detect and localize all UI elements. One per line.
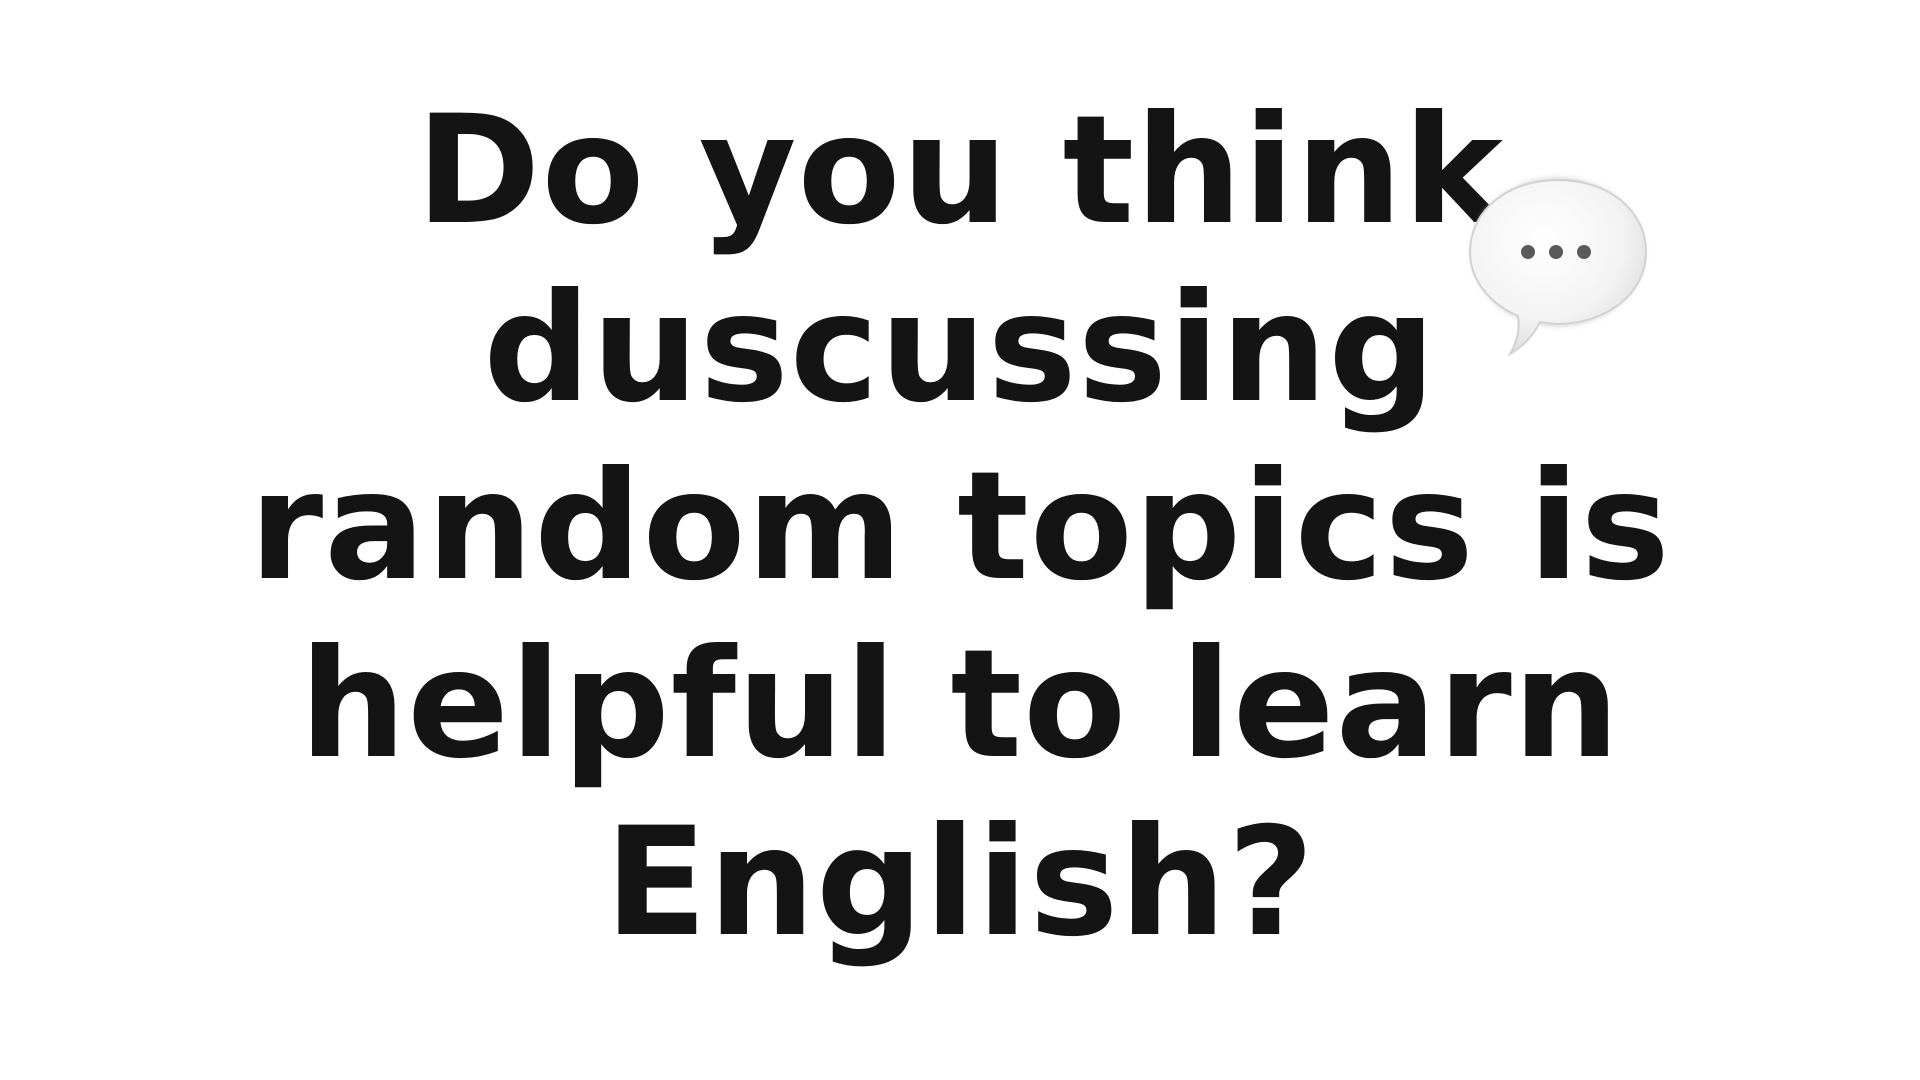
question-line-5: English? [604,796,1316,970]
question-line-4: helpful to learn [299,618,1621,792]
question-line-3: random topics is [249,440,1671,614]
slide: Do you think duscussing random topics is… [0,0,1920,1080]
speech-bubble-ellipsis-icon [1462,168,1654,360]
